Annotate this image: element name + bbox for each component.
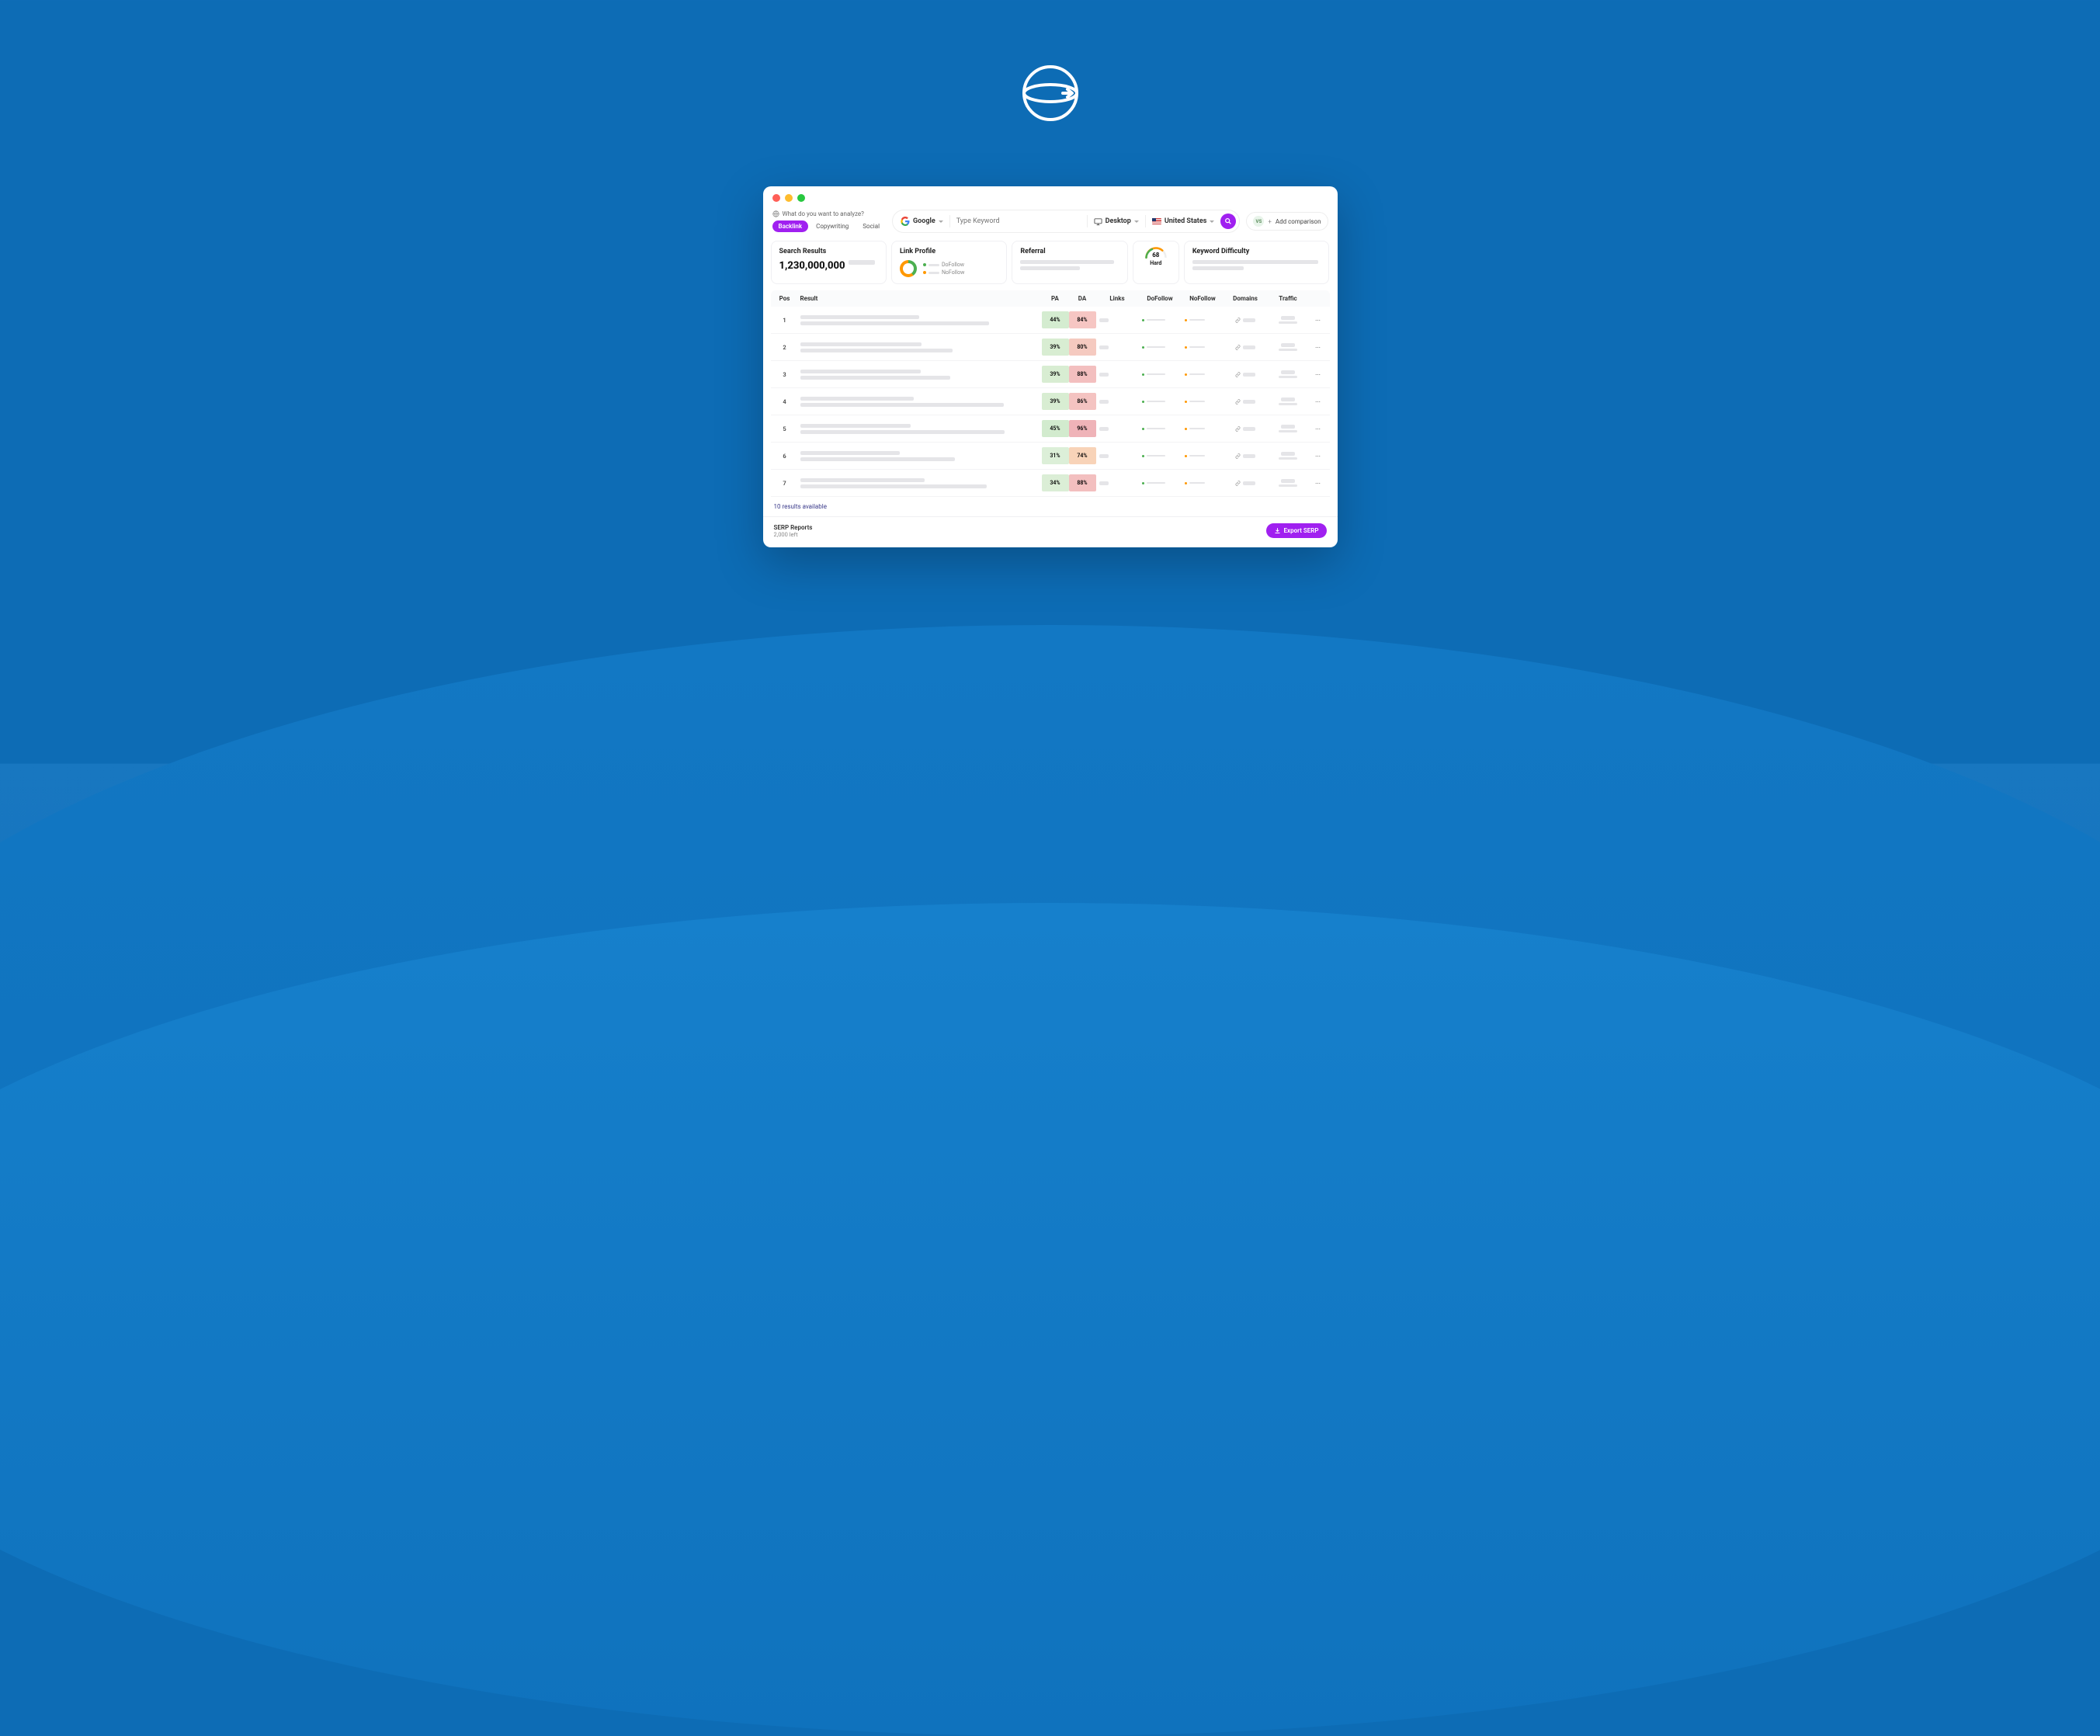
bottom-bar: SERP Reports 2,000 left Export SERP — [763, 516, 1338, 547]
row-actions-button[interactable]: ··· — [1310, 398, 1327, 405]
link-profile-donut-icon — [900, 260, 917, 277]
engine-selector[interactable]: Google — [901, 217, 943, 226]
row-actions-button[interactable]: ··· — [1310, 453, 1327, 460]
table-row[interactable]: 3 39% 88% ··· — [771, 361, 1330, 388]
add-comparison-button[interactable]: VS + Add comparison — [1246, 212, 1328, 231]
analyze-prompt: What do you want to analyze? — [772, 210, 887, 217]
window-titlebar — [763, 186, 1338, 210]
window-minimize-button[interactable] — [785, 194, 793, 202]
analysis-tabs: Backlink Copywriting Social — [772, 220, 887, 232]
window-zoom-button[interactable] — [797, 194, 805, 202]
link-icon — [1235, 481, 1241, 486]
brand-logo — [1019, 62, 1081, 124]
row-actions-button[interactable]: ··· — [1310, 480, 1327, 487]
tab-backlink[interactable]: Backlink — [772, 220, 809, 232]
search-results-card: Search Results 1,230,000,000 — [771, 241, 887, 284]
row-actions-button[interactable]: ··· — [1310, 344, 1327, 351]
serp-table: Pos Result PA DA Links DoFollow NoFollow… — [763, 290, 1338, 497]
serp-reports-remaining: 2,000 left — [774, 531, 813, 538]
row-actions-button[interactable]: ··· — [1310, 317, 1327, 324]
window-close-button[interactable] — [772, 194, 780, 202]
keyword-input[interactable] — [956, 217, 1081, 225]
country-selector[interactable]: United States — [1152, 217, 1215, 225]
link-icon — [1235, 399, 1241, 404]
table-header: Pos Result PA DA Links DoFollow NoFollow… — [771, 290, 1330, 307]
link-icon — [1235, 453, 1241, 459]
link-icon — [1235, 426, 1241, 432]
table-row[interactable]: 7 34% 88% ··· — [771, 470, 1330, 497]
table-row[interactable]: 4 39% 86% ··· — [771, 388, 1330, 415]
link-icon — [1235, 318, 1241, 323]
summary-cards: Search Results 1,230,000,000 Link Profil… — [763, 241, 1338, 290]
link-profile-card: Link Profile DoFollow NoFollow — [891, 241, 1007, 284]
serp-reports-title: SERP Reports — [774, 524, 813, 531]
tab-copywriting[interactable]: Copywriting — [810, 220, 855, 232]
tab-social[interactable]: Social — [856, 220, 886, 232]
link-icon — [1235, 345, 1241, 350]
vs-badge-icon: VS — [1253, 216, 1264, 227]
app-window: What do you want to analyze? Backlink Co… — [763, 186, 1338, 547]
search-bar: Google Desktop United States — [892, 210, 1240, 233]
search-button[interactable] — [1220, 214, 1236, 229]
row-actions-button[interactable]: ··· — [1310, 425, 1327, 432]
table-row[interactable]: 1 44% 84% ··· — [771, 307, 1330, 334]
flag-us-icon — [1152, 218, 1161, 224]
table-row[interactable]: 2 39% 80% ··· — [771, 334, 1330, 361]
main-toolbar: What do you want to analyze? Backlink Co… — [763, 210, 1338, 241]
table-row[interactable]: 6 31% 74% ··· — [771, 443, 1330, 470]
row-actions-button[interactable]: ··· — [1310, 371, 1327, 378]
table-row[interactable]: 5 45% 96% ··· — [771, 415, 1330, 443]
link-icon — [1235, 372, 1241, 377]
keyword-difficulty-card: Keyword Difficulty — [1184, 241, 1330, 284]
referral-card: Referral — [1012, 241, 1127, 284]
results-available-note: 10 results available — [763, 497, 1338, 516]
export-serp-button[interactable]: Export SERP — [1266, 523, 1327, 538]
device-selector[interactable]: Desktop — [1094, 217, 1139, 226]
difficulty-gauge-card: 68 Hard — [1133, 241, 1179, 284]
